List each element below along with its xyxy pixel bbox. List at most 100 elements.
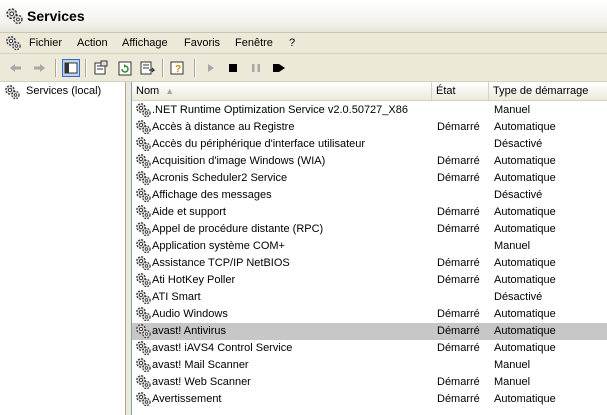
table-row[interactable]: Application système COM+ Manuel [132,238,607,255]
services-list: Nom ▲ État Type de démarrage .NET Runtime… [131,82,607,415]
menu-fenetre[interactable]: Fenêtre [235,36,273,50]
table-row[interactable]: ATI Smart Désactivé [132,289,607,306]
list-header: Nom ▲ État Type de démarrage [132,82,607,101]
service-gear-icon [136,171,151,186]
service-startup-type: Désactivé [494,189,543,201]
column-header-label: Type de démarrage [493,85,589,97]
start-service-icon[interactable] [202,59,220,77]
service-state: Démarré [437,155,480,167]
service-state: Démarré [437,206,480,218]
toolbar-separator [194,59,196,77]
table-row[interactable]: Aide et support Démarré Automatique [132,204,607,221]
refresh-icon[interactable] [116,59,134,77]
service-name: Appel de procédure distante (RPC) [152,223,324,235]
table-row[interactable]: Acquisition d'image Windows (WIA) Démarré… [132,153,607,170]
column-header-name[interactable]: Nom ▲ [132,82,432,100]
service-gear-icon [136,120,151,135]
service-gear-icon [136,341,151,356]
service-state: Démarré [437,274,480,286]
service-gear-icon [136,290,151,305]
service-startup-type: Automatique [494,223,556,235]
toolbar-separator [162,59,164,77]
service-gear-icon [136,239,151,254]
export-list-icon[interactable] [139,59,157,77]
service-startup-type: Automatique [494,308,556,320]
pause-service-icon[interactable] [247,59,265,77]
table-row[interactable]: avast! Web Scanner Démarré Manuel [132,374,607,391]
table-row[interactable]: avast! iAVS4 Control Service Démarré Autom… [132,340,607,357]
table-row[interactable]: avast! Mail Scanner Manuel [132,357,607,374]
service-state: Démarré [437,376,480,388]
service-state: Démarré [437,257,480,269]
services-gear-icon [6,8,23,25]
service-startup-type: Automatique [494,257,556,269]
service-startup-type: Automatique [494,393,556,405]
service-name: Acronis Scheduler2 Service [152,172,288,184]
service-name: Aide et support [152,206,226,218]
service-gear-icon [136,324,151,339]
services-gear-icon [5,85,20,100]
service-name: Ati HotKey Poller [152,274,236,286]
table-row[interactable]: Avertissement Démarré Automatique [132,391,607,408]
menu-affichage[interactable]: Affichage [122,36,168,50]
menu-help[interactable]: ? [289,36,295,50]
service-name: avast! iAVS4 Control Service [152,342,293,354]
help-icon[interactable]: ? [169,59,187,77]
column-header-state[interactable]: État [432,82,489,100]
system-menu-gear-icon[interactable] [5,35,21,51]
table-row[interactable]: .NET Runtime Optimization Service v2.0.5… [132,102,607,119]
service-name: Affichage des messages [152,189,272,201]
service-gear-icon [136,375,151,390]
service-gear-icon [136,137,151,152]
table-row[interactable]: Assistance TCP/IP NetBIOS Démarré Automati… [132,255,607,272]
column-header-label: Nom [136,85,160,97]
service-gear-icon [136,273,151,288]
menu-action[interactable]: Action [77,36,108,50]
service-name: Avertissement [152,393,222,405]
table-row[interactable]: Acronis Scheduler2 Service Démarré Automat… [132,170,607,187]
service-name: avast! Web Scanner [152,376,251,388]
table-row[interactable]: Appel de procédure distante (RPC) Démarré… [132,221,607,238]
service-startup-type: Manuel [494,359,531,371]
table-row[interactable]: Affichage des messages Désactivé [132,187,607,204]
table-row[interactable]: Ati HotKey Poller Démarré Automatique [132,272,607,289]
service-startup-type: Manuel [494,240,531,252]
service-name: avast! Antivirus [152,325,226,337]
service-name: Application système COM+ [152,240,285,252]
service-state: Démarré [437,308,480,320]
back-arrow-icon[interactable] [7,59,25,77]
table-row[interactable]: Audio Windows Démarré Automatique [132,306,607,323]
svg-text:?: ? [175,64,181,75]
service-gear-icon [136,154,151,169]
service-startup-type: Automatique [494,274,556,286]
tree-pane: Services (local) [0,82,126,415]
sort-ascending-icon: ▲ [165,86,175,96]
stop-service-icon[interactable] [224,59,242,77]
service-startup-type: Automatique [494,342,556,354]
service-gear-icon [136,205,151,220]
menu-fichier[interactable]: Fichier [29,36,62,50]
service-name: Accès à distance au Registre [152,121,295,133]
service-name: .NET Runtime Optimization Service v2.0.5… [152,104,408,116]
service-startup-type: Automatique [494,155,556,167]
table-row[interactable]: avast! Antivirus Démarré Automatique [132,323,607,340]
show-hide-tree-icon[interactable] [62,59,80,77]
service-gear-icon [136,358,151,373]
properties-icon[interactable] [92,59,110,77]
table-row[interactable]: Accès du périphérique d'interface utilis… [132,136,607,153]
menu-favoris[interactable]: Favoris [184,36,220,50]
title-bar: Services [0,0,607,33]
toolbar-separator [55,59,57,77]
forward-arrow-icon[interactable] [30,59,48,77]
column-header-startup-type[interactable]: Type de démarrage [489,82,607,100]
service-gear-icon [136,256,151,271]
toolbar: ? [0,54,607,82]
menu-bar: Fichier Action Affichage Favoris Fenêtre… [0,33,607,54]
service-state: Démarré [437,121,480,133]
toolbar-separator [85,59,87,77]
service-name: Audio Windows [152,308,228,320]
table-row[interactable]: Accès à distance au Registre Démarré Autom… [132,119,607,136]
restart-service-icon[interactable] [270,59,288,77]
service-startup-type: Automatique [494,325,556,337]
service-startup-type: Manuel [494,376,531,388]
